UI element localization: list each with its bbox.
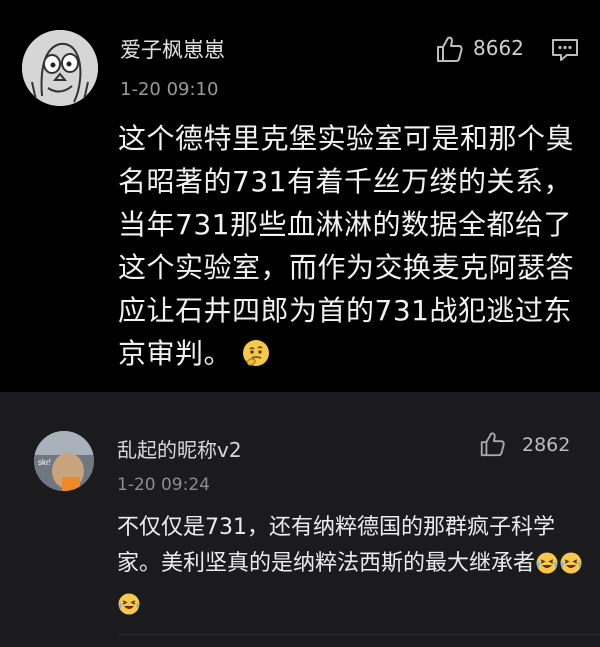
thinking-emoji-icon [241, 337, 271, 380]
comment-item: skr! 乱起的昵称v2 1-20 09:24 2862 不仅仅是731，还有纳… [0, 392, 600, 647]
laughing-crying-emoji-icon [117, 592, 141, 628]
laughing-crying-emoji-icon [535, 551, 559, 587]
user-avatar[interactable]: skr! [34, 431, 94, 491]
comment-timestamp: 1-20 09:10 [120, 79, 219, 100]
like-count: 2862 [522, 434, 571, 456]
divider [117, 634, 600, 635]
reply-comment-icon[interactable] [551, 37, 579, 63]
comment-text: 不仅仅是731，还有纳粹德国的那群疯子科学家。美利坚真的是纳粹法西斯的最大继承者 [117, 510, 587, 628]
comment-timestamp: 1-20 09:24 [117, 475, 210, 495]
comment-body: 不仅仅是731，还有纳粹德国的那群疯子科学家。美利坚真的是纳粹法西斯的最大继承者 [117, 515, 555, 576]
comment-username[interactable]: 乱起的昵称v2 [117, 434, 242, 463]
like-count: 8662 [473, 36, 524, 60]
laughing-crying-emoji-icon [559, 551, 583, 587]
comment-body: 这个德特里克堡实验室可是和那个臭名昭著的731有着千丝万缕的关系，当年731那些… [118, 122, 575, 370]
comment-list: 爱子枫崽崽 1-20 09:10 8662 这个德特里克堡实验室可是和那个臭名昭… [0, 0, 600, 647]
comment-username[interactable]: 爱子枫崽崽 [120, 34, 225, 64]
photo-avatar-icon: skr! [34, 431, 94, 491]
thumbs-up-icon[interactable] [478, 430, 506, 458]
thumbs-up-icon[interactable] [434, 34, 464, 64]
comment-text: 这个德特里克堡实验室可是和那个臭名昭著的731有着千丝万缕的关系，当年731那些… [118, 117, 578, 380]
avatar-caption: skr! [38, 458, 51, 467]
doodle-face-avatar-icon [22, 30, 98, 106]
user-avatar[interactable] [22, 30, 98, 106]
comment-item: 爱子枫崽崽 1-20 09:10 8662 这个德特里克堡实验室可是和那个臭名昭… [0, 0, 600, 392]
